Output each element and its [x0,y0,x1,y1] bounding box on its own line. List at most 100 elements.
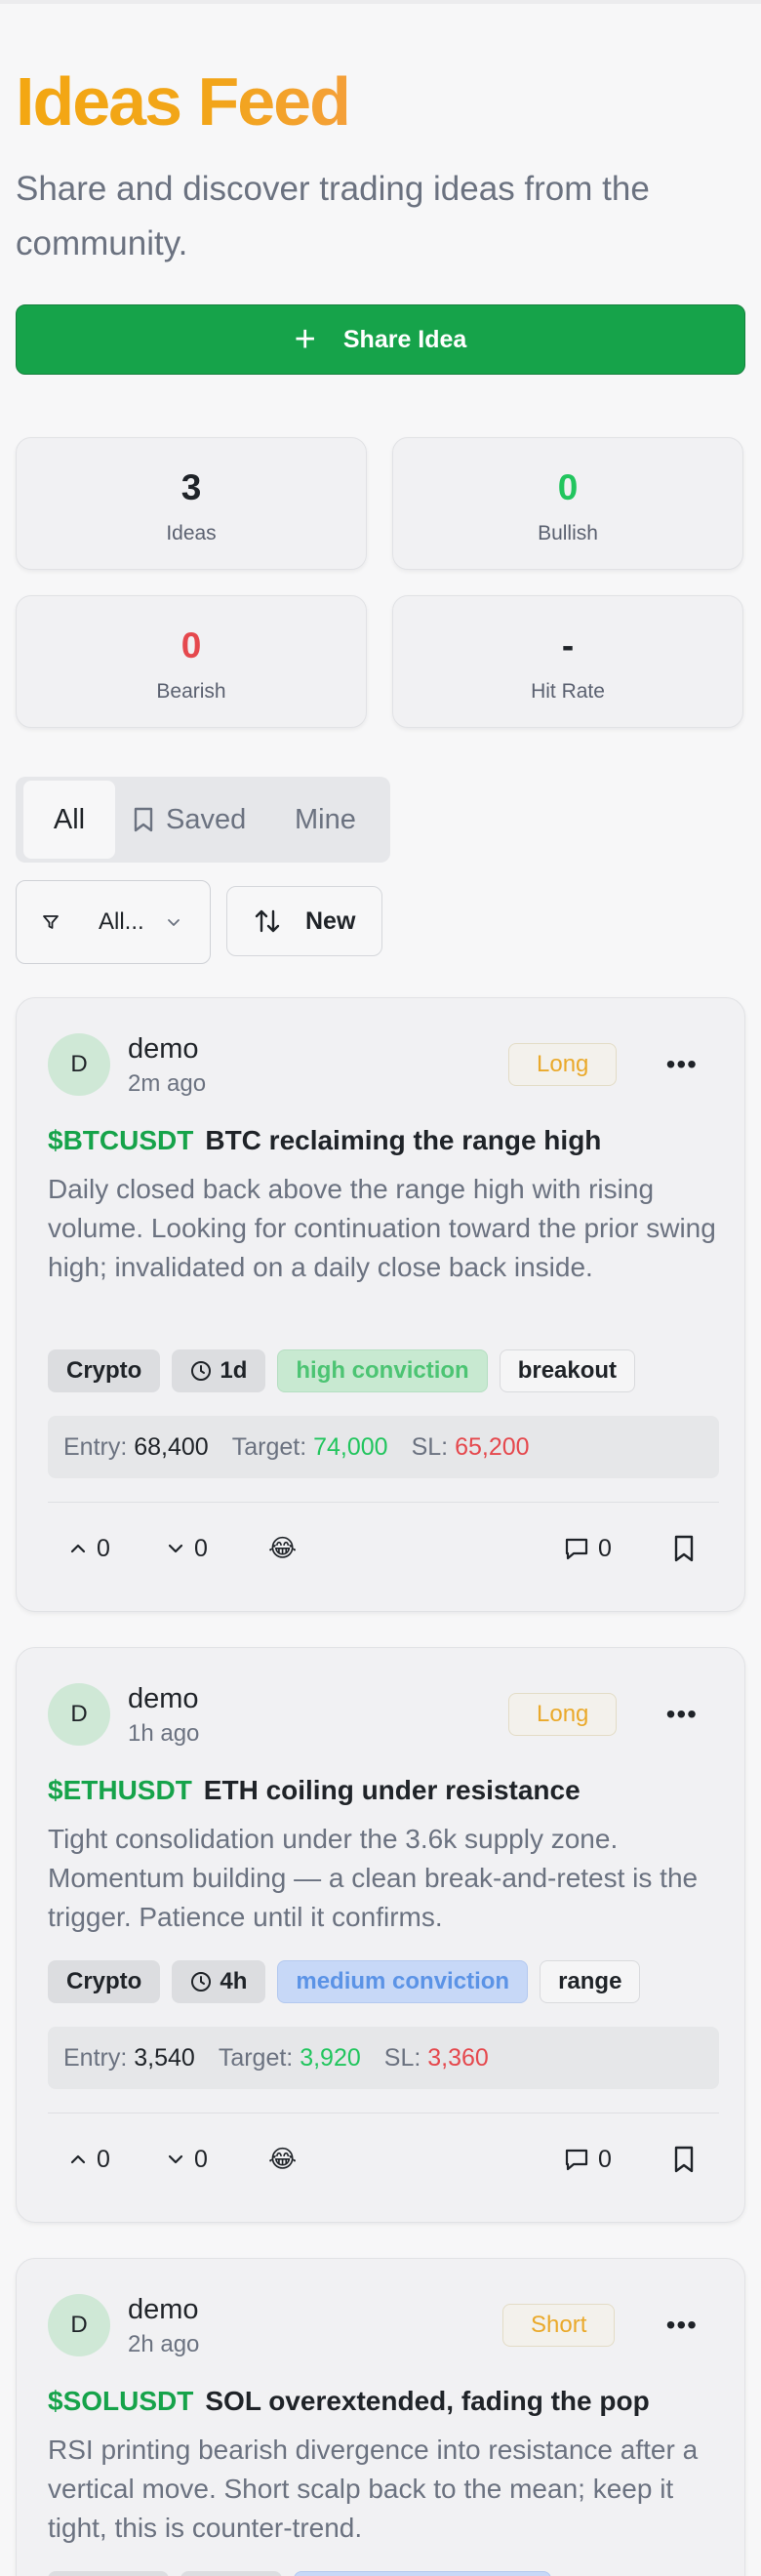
card-actions: 0 0 😂 0 [48,2140,719,2179]
tag-conviction[interactable]: high conviction [277,1349,488,1392]
stat-value-hit-rate: - [561,625,575,665]
comment-count: 0 [598,2145,612,2173]
entry-label: Entry: [63,2043,128,2072]
feed-tabs: All Saved Mine [16,777,390,863]
bookmark-icon [674,2146,694,2173]
idea-headline[interactable]: $BTCUSDT BTC reclaiming the range high [48,1125,601,1156]
downvote-button[interactable]: 0 [165,1529,208,1568]
sort-button[interactable]: New [226,886,382,956]
tab-saved[interactable]: Saved [133,777,246,863]
post-time: 2m ago [128,1070,207,1097]
stat-label-bearish: Bearish [156,680,226,703]
sl-label: SL: [411,1432,449,1461]
target-label: Target: [218,2043,294,2072]
chevron-down-icon [168,2154,183,2164]
stat-label-bullish: Bullish [538,522,598,544]
idea-body: Daily closed back above the range high w… [48,1174,716,1282]
idea-body: RSI printing bearish divergence into res… [48,2435,699,2543]
idea-headline[interactable]: $SOLUSDT SOL overextended, fading the pop [48,2386,650,2417]
upvote-count: 0 [97,2145,110,2173]
tag-conviction[interactable]: medium conviction [277,1960,529,2003]
tag-setup[interactable]: range [540,1960,641,2003]
more-options-icon[interactable]: ••• [666,2306,698,2345]
tab-mine[interactable]: Mine [295,777,356,863]
entry-value: 3,540 [134,2043,195,2072]
idea-title: BTC reclaiming the range high [205,1125,602,1155]
comment-count: 0 [598,1534,612,1562]
filter-value: All... [99,908,144,935]
target-value: 74,000 [313,1432,388,1461]
tag-conviction[interactable] [294,2571,551,2576]
author-name[interactable]: demo [128,1683,199,1715]
tab-saved-label: Saved [166,803,247,835]
bookmark-icon [674,1535,694,1562]
avatar[interactable]: D [48,1683,110,1746]
downvote-button[interactable]: 0 [165,2140,208,2179]
bookmark-icon [134,807,153,832]
share-idea-label: Share Idea [342,325,467,353]
stat-label-hit-rate: Hit Rate [531,680,605,703]
comment-icon [565,1538,588,1560]
comments-button[interactable]: 0 [563,1529,612,1568]
stat-card-ideas: 3 Ideas [16,437,367,570]
tag-market[interactable]: Crypto [48,1960,161,2003]
tag-setup[interactable]: breakout [499,1349,636,1392]
idea-tags: Crypto 4h medium conviction range [48,1960,641,2003]
tag-timeframe[interactable] [180,2571,282,2576]
tag-market[interactable] [48,2571,169,2576]
share-idea-button[interactable]: + Share Idea [16,304,745,375]
upvote-button[interactable]: 0 [67,1529,110,1568]
tag-timeframe[interactable]: 4h [172,1960,266,2003]
direction-badge: Short [502,2304,616,2347]
stat-label-ideas: Ideas [166,522,217,544]
avatar[interactable]: D [48,2294,110,2356]
chevron-down-icon [167,919,180,926]
sl-value: 65,200 [455,1432,530,1461]
bookmark-button[interactable] [672,1529,703,1568]
tag-timeframe[interactable]: 1d [172,1349,266,1392]
entry-value: 68,400 [134,1432,209,1461]
author-name[interactable]: demo [128,2294,199,2326]
sl-value: 3,360 [427,2043,489,2072]
upvote-button[interactable]: 0 [67,2140,110,2179]
ticker-symbol[interactable]: $SOLUSDT [48,2386,193,2416]
ticker-symbol[interactable]: $BTCUSDT [48,1125,193,1155]
bookmark-button[interactable] [672,2140,703,2179]
stat-card-bullish: 0 Bullish [392,437,743,570]
more-options-icon[interactable]: ••• [666,1045,698,1084]
post-time: 2h ago [128,2331,200,2357]
sl-label: SL: [383,2043,421,2072]
filter-select[interactable]: All... [16,880,211,964]
price-levels: Entry: 3,540 Target: 3,920 SL: 3,360 [48,2027,719,2089]
tag-timeframe-label: 4h [220,1968,248,1994]
avatar[interactable]: D [48,1033,110,1096]
stat-card-hit-rate: - Hit Rate [392,595,743,728]
idea-card: D demo 2m ago Long ••• $BTCUSDT BTC recla… [16,997,745,1612]
downvote-count: 0 [194,1534,208,1562]
reaction-button[interactable]: 😂 [268,2140,297,2179]
ticker-symbol[interactable]: $ETHUSDT [48,1775,192,1805]
entry-label: Entry: [63,1432,128,1461]
price-levels: Entry: 68,400 Target: 74,000 SL: 65,200 [48,1416,719,1478]
chevron-down-icon [168,1544,183,1553]
comments-button[interactable]: 0 [563,2140,612,2179]
card-actions: 0 0 😂 0 [48,1529,719,1568]
tab-all[interactable]: All [23,781,115,859]
idea-title: SOL overextended, fading the pop [205,2386,650,2416]
more-options-icon[interactable]: ••• [666,1695,698,1734]
idea-title: ETH coiling under resistance [203,1775,581,1805]
plus-icon: + [294,319,316,360]
author-name[interactable]: demo [128,1033,199,1066]
reaction-button[interactable]: 😂 [268,1529,297,1568]
direction-badge: Long [508,1043,618,1086]
downvote-count: 0 [194,2145,208,2173]
stat-value-bearish: 0 [180,625,202,665]
tag-market[interactable]: Crypto [48,1349,161,1392]
page-subtitle: Share and discover trading ideas from th… [16,170,650,262]
tag-timeframe-label: 1d [220,1357,248,1384]
clock-icon [191,1361,212,1381]
idea-headline[interactable]: $ETHUSDT ETH coiling under resistance [48,1775,581,1806]
clock-icon [191,1972,212,1992]
stat-value-ideas: 3 [180,467,202,507]
chevron-up-icon [70,1544,86,1553]
